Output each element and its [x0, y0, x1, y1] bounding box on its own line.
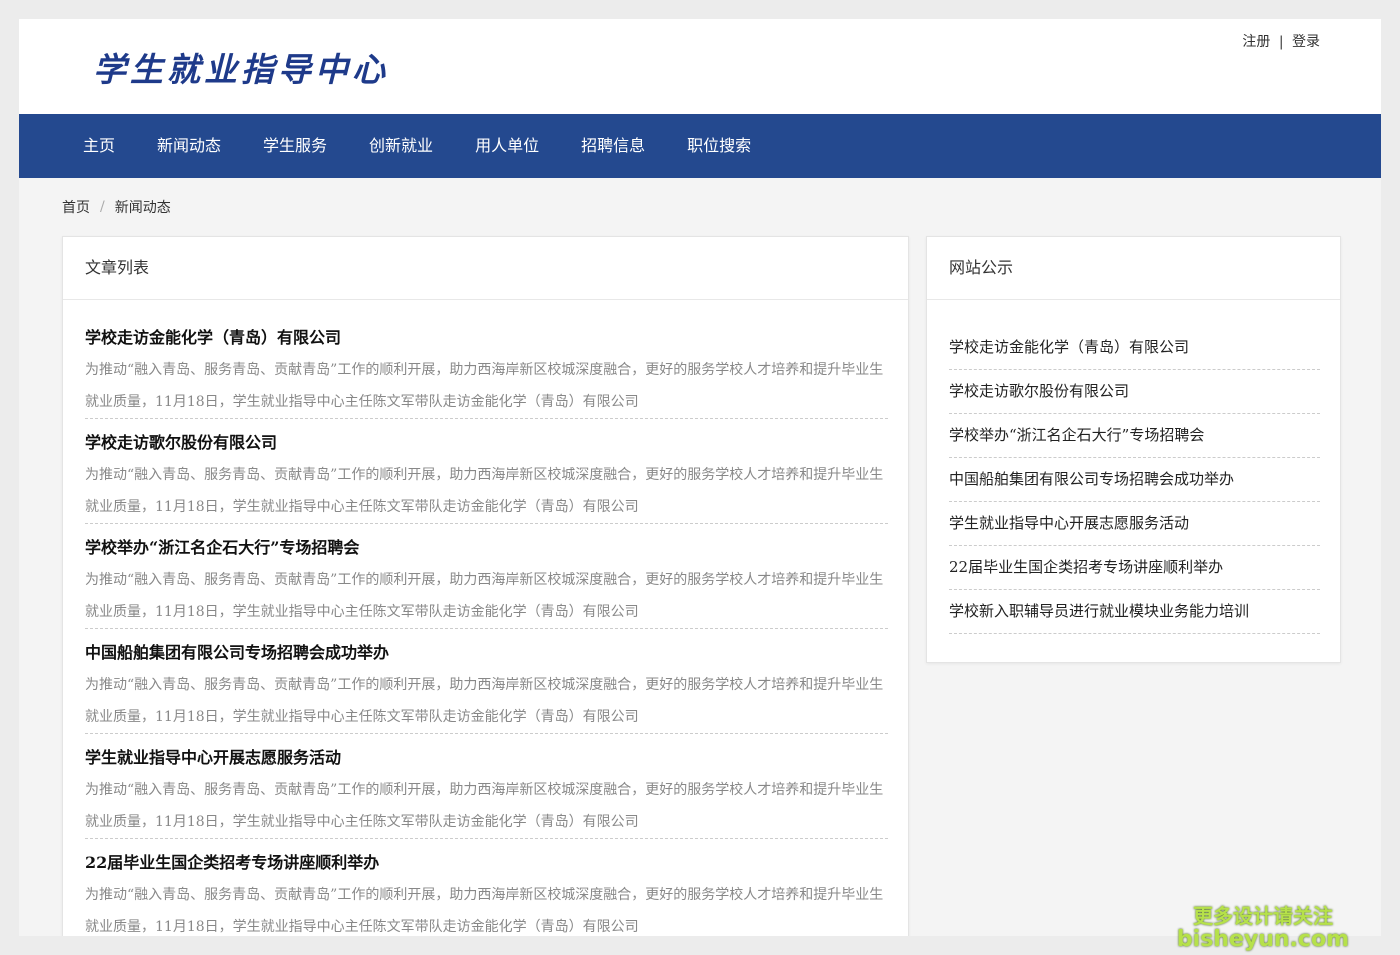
breadcrumb-separator: / [100, 199, 105, 215]
article-item: 学生就业指导中心开展志愿服务活动 为推动“融入青岛、服务青岛、贡献青岛”工作的顺… [85, 746, 888, 839]
notice-item[interactable]: 学校新入职辅导员进行就业模块业务能力培训 [949, 590, 1320, 634]
notice-item[interactable]: 学校走访歌尔股份有限公司 [949, 370, 1320, 414]
watermark-line-1: 更多设计请关注 [1192, 904, 1333, 928]
article-title[interactable]: 学校举办“浙江名企石大行”专场招聘会 [85, 536, 888, 560]
notice-item[interactable]: 学生就业指导中心开展志愿服务活动 [949, 502, 1320, 546]
article-summary: 为推动“融入青岛、服务青岛、贡献青岛”工作的顺利开展，助力西海岸新区校城深度融合… [85, 782, 884, 830]
site-header: 学生就业指导中心 注册 | 登录 [19, 19, 1381, 114]
article-title[interactable]: 学生就业指导中心开展志愿服务活动 [85, 746, 888, 770]
nav-item-home[interactable]: 主页 [62, 114, 136, 178]
article-summary: 为推动“融入青岛、服务青岛、贡献青岛”工作的顺利开展，助力西海岸新区校城深度融合… [85, 677, 884, 725]
article-list-title: 文章列表 [63, 237, 908, 300]
notice-item[interactable]: 学校走访金能化学（青岛）有限公司 [949, 326, 1320, 370]
article-title[interactable]: 学校走访金能化学（青岛）有限公司 [85, 326, 888, 350]
login-link[interactable]: 登录 [1292, 34, 1320, 50]
article-title[interactable]: 学校走访歌尔股份有限公司 [85, 431, 888, 455]
notice-item[interactable]: 中国船舶集团有限公司专场招聘会成功举办 [949, 458, 1320, 502]
article-list-panel: 文章列表 学校走访金能化学（青岛）有限公司 为推动“融入青岛、服务青岛、贡献青岛… [62, 236, 909, 936]
breadcrumb: 首页 / 新闻动态 [19, 178, 1381, 236]
nav-item-job-search[interactable]: 职位搜索 [666, 114, 772, 178]
watermark-line-2: bisheyun.com [1176, 927, 1349, 952]
article-item: 学校走访金能化学（青岛）有限公司 为推动“融入青岛、服务青岛、贡献青岛”工作的顺… [85, 326, 888, 419]
watermark: 更多设计请关注 bisheyun.com [1177, 904, 1349, 952]
register-link[interactable]: 注册 [1242, 34, 1270, 50]
notice-item[interactable]: 22届毕业生国企类招考专场讲座顺利举办 [949, 546, 1320, 590]
article-summary: 为推动“融入青岛、服务青岛、贡献青岛”工作的顺利开展，助力西海岸新区校城深度融合… [85, 887, 884, 935]
article-item: 中国船舶集团有限公司专场招聘会成功举办 为推动“融入青岛、服务青岛、贡献青岛”工… [85, 641, 888, 734]
notice-list: 学校走访金能化学（青岛）有限公司 学校走访歌尔股份有限公司 学校举办“浙江名企石… [927, 300, 1340, 634]
auth-separator: | [1278, 34, 1284, 50]
site-logo[interactable]: 学生就业指导中心 [93, 43, 389, 91]
article-list: 学校走访金能化学（青岛）有限公司 为推动“融入青岛、服务青岛、贡献青岛”工作的顺… [63, 300, 908, 936]
notice-item[interactable]: 学校举办“浙江名企石大行”专场招聘会 [949, 414, 1320, 458]
page-frame: 学生就业指导中心 注册 | 登录 主页 新闻动态 学生服务 创新就业 用人单位 … [19, 19, 1381, 936]
nav-item-innovation[interactable]: 创新就业 [348, 114, 454, 178]
article-summary: 为推动“融入青岛、服务青岛、贡献青岛”工作的顺利开展，助力西海岸新区校城深度融合… [85, 467, 884, 515]
main-nav: 主页 新闻动态 学生服务 创新就业 用人单位 招聘信息 职位搜索 [19, 114, 1381, 178]
nav-item-employers[interactable]: 用人单位 [454, 114, 560, 178]
notices-panel: 网站公示 学校走访金能化学（青岛）有限公司 学校走访歌尔股份有限公司 学校举办“… [926, 236, 1341, 663]
article-item: 学校举办“浙江名企石大行”专场招聘会 为推动“融入青岛、服务青岛、贡献青岛”工作… [85, 536, 888, 629]
article-summary: 为推动“融入青岛、服务青岛、贡献青岛”工作的顺利开展，助力西海岸新区校城深度融合… [85, 572, 884, 620]
breadcrumb-current: 新闻动态 [114, 200, 171, 216]
article-item: 22届毕业生国企类招考专场讲座顺利举办 为推动“融入青岛、服务青岛、贡献青岛”工… [85, 851, 888, 936]
nav-item-student-services[interactable]: 学生服务 [242, 114, 348, 178]
article-summary: 为推动“融入青岛、服务青岛、贡献青岛”工作的顺利开展，助力西海岸新区校城深度融合… [85, 362, 884, 410]
nav-item-recruitment[interactable]: 招聘信息 [560, 114, 666, 178]
breadcrumb-home[interactable]: 首页 [62, 197, 90, 217]
article-title[interactable]: 22届毕业生国企类招考专场讲座顺利举办 [85, 851, 888, 875]
article-title[interactable]: 中国船舶集团有限公司专场招聘会成功举办 [85, 641, 888, 665]
auth-links: 注册 | 登录 [1242, 31, 1320, 51]
notices-title: 网站公示 [927, 237, 1340, 300]
article-item: 学校走访歌尔股份有限公司 为推动“融入青岛、服务青岛、贡献青岛”工作的顺利开展，… [85, 431, 888, 524]
nav-item-news[interactable]: 新闻动态 [136, 114, 242, 178]
